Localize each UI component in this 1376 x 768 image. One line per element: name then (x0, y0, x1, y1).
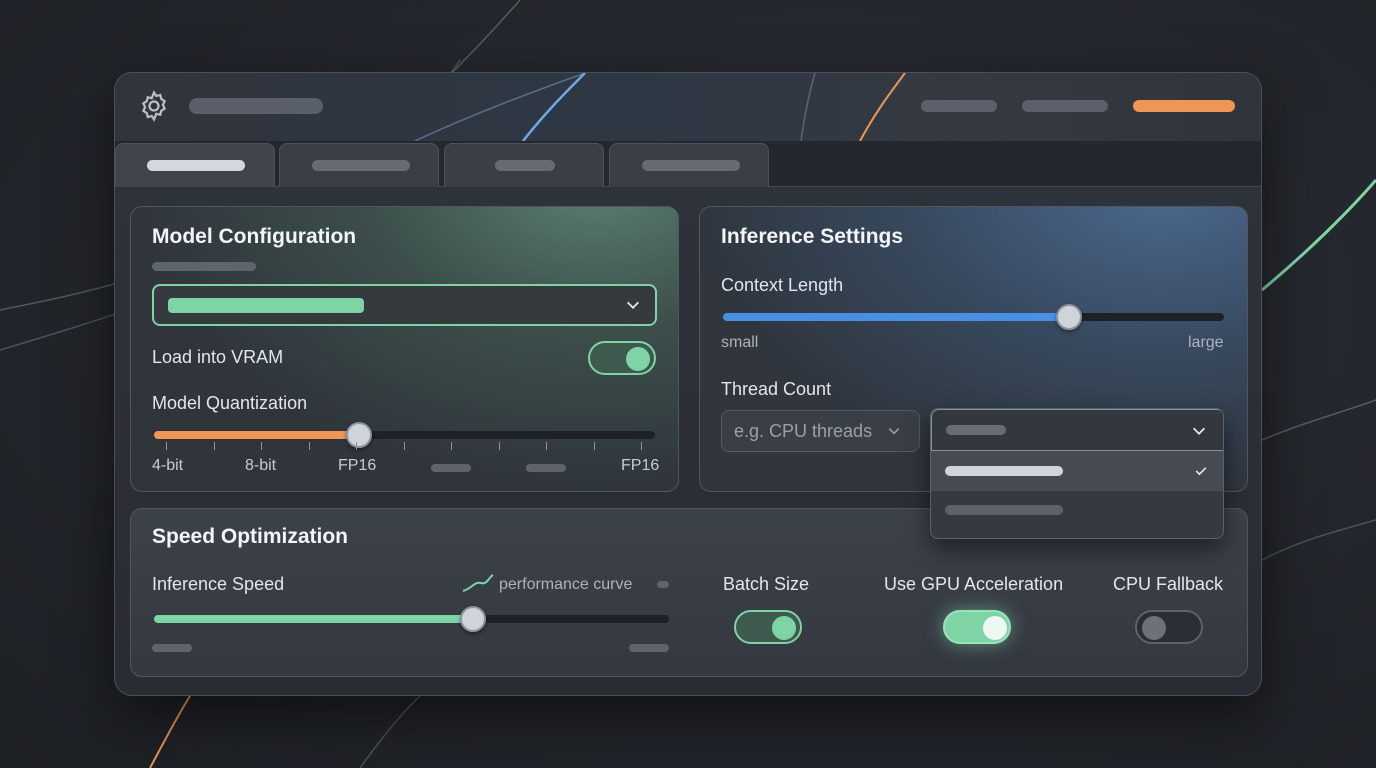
thread-count-label: Thread Count (721, 379, 832, 399)
slider-tick (403, 442, 405, 450)
header-action-button[interactable] (1133, 100, 1235, 112)
context-min-label: small (721, 334, 759, 351)
selected-model-placeholder (168, 298, 364, 313)
chevron-down-icon (1192, 427, 1206, 435)
context-length-label: Context Length (721, 275, 844, 295)
slider-tick (308, 442, 310, 450)
cpu-fallback-label: CPU Fallback (1113, 574, 1224, 594)
card-title: Speed Optimization (152, 525, 349, 548)
quantization-slider-thumb[interactable] (346, 422, 373, 448)
batch-size-toggle[interactable] (734, 610, 802, 644)
thread-count-dropdown[interactable] (930, 408, 1224, 539)
gpu-acceleration-label: Use GPU Acceleration (884, 574, 1064, 594)
slider-tick (498, 442, 500, 450)
vram-toggle[interactable] (588, 341, 656, 375)
speed-max-placeholder (629, 644, 669, 652)
tick-label-fp16-max: FP16 (621, 457, 660, 474)
context-length-slider[interactable] (723, 313, 1224, 321)
context-length-slider-thumb[interactable] (1055, 304, 1082, 330)
slider-tick (546, 442, 547, 450)
dropdown-header[interactable] (931, 409, 1223, 451)
speed-min-placeholder (152, 644, 192, 652)
option-label-placeholder (945, 505, 1063, 515)
tick-label-8bit: 8-bit (245, 457, 277, 474)
tab-4[interactable] (609, 143, 769, 187)
slider-tick (641, 442, 642, 450)
card-subtitle-placeholder (152, 262, 256, 271)
chevron-down-icon (626, 301, 640, 309)
tab-2[interactable] (279, 143, 439, 187)
card-title: Model Configuration (152, 225, 357, 248)
tick-label-placeholder (431, 464, 471, 472)
inference-speed-slider[interactable] (154, 615, 669, 623)
model-select[interactable] (152, 284, 657, 326)
quantization-slider[interactable] (154, 431, 655, 439)
tick-label-4bit: 4-bit (152, 457, 184, 474)
tick-label-fp16: FP16 (338, 457, 377, 474)
vram-label: Load into VRAM (152, 347, 284, 367)
performance-curve-label: performance curve (499, 576, 633, 593)
check-icon (1195, 467, 1207, 476)
titlebar (115, 73, 1261, 141)
gear-icon[interactable] (137, 89, 171, 123)
legend-placeholder (657, 581, 669, 588)
tab-1[interactable] (115, 143, 275, 187)
gpu-acceleration-toggle[interactable] (943, 610, 1011, 644)
card-title: Inference Settings (721, 225, 904, 248)
slider-tick (451, 442, 452, 450)
dropdown-option[interactable] (931, 451, 1223, 491)
quantization-label: Model Quantization (152, 393, 308, 413)
tab-bar (115, 141, 1261, 187)
slider-tick (166, 442, 167, 450)
settings-window: Model Configuration Load into VRAM Model… (114, 72, 1262, 696)
context-max-label: large (1188, 334, 1224, 351)
header-link-2[interactable] (1022, 100, 1108, 112)
tab-3[interactable] (444, 143, 604, 187)
window-title-placeholder (189, 98, 323, 114)
option-label-placeholder (945, 466, 1063, 476)
slider-tick (213, 442, 215, 450)
chevron-down-icon (888, 428, 900, 435)
slider-tick (356, 442, 357, 450)
slider-tick (261, 442, 262, 450)
batch-size-label: Batch Size (723, 574, 810, 594)
tick-label-placeholder (526, 464, 566, 472)
slider-tick (593, 442, 595, 450)
inference-speed-slider-thumb[interactable] (460, 606, 487, 632)
thread-count-input[interactable]: e.g. CPU threads (721, 410, 920, 452)
model-configuration-card: Model Configuration Load into VRAM Model… (130, 206, 679, 492)
thread-count-placeholder: e.g. CPU threads (734, 421, 873, 441)
header-link-1[interactable] (921, 100, 997, 112)
dropdown-option[interactable] (931, 491, 1223, 538)
dropdown-selected-placeholder (946, 425, 1006, 435)
inference-speed-label: Inference Speed (152, 574, 285, 594)
cpu-fallback-toggle[interactable] (1135, 610, 1203, 644)
trend-line-icon (462, 574, 494, 592)
